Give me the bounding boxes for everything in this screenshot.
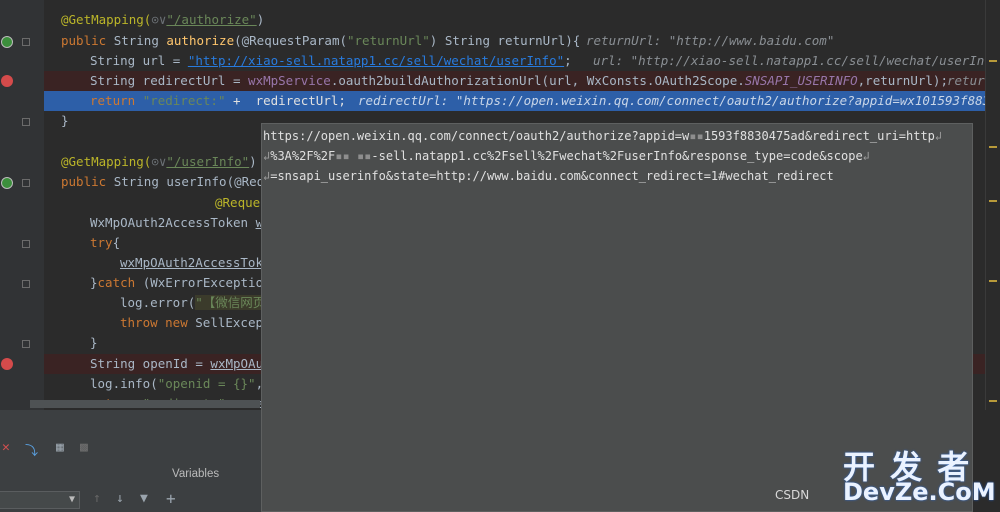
params-rest: ) String returnUrl){ <box>429 33 581 48</box>
brace: { <box>112 235 121 250</box>
annotation-close: ) <box>249 154 257 169</box>
keyword: catch <box>97 275 136 290</box>
keyword: throw new <box>120 315 196 330</box>
keyword: public <box>61 174 114 189</box>
add-icon[interactable]: + <box>166 489 176 508</box>
table-icon[interactable]: ▦ <box>56 440 64 455</box>
statement: log.error( <box>120 295 196 310</box>
redacted-text: ▪▪ ▪▪ <box>335 149 372 163</box>
soft-wrap-icon: ↲ <box>934 129 943 143</box>
param-string: "returnUrl" <box>347 33 430 48</box>
stripe-marker[interactable] <box>989 280 997 282</box>
current-execution-line: return "redirect:" + redirectUrl; redirec… <box>44 91 1000 111</box>
arrow-up-icon[interactable]: ↑ <box>93 491 101 506</box>
declaration: WxMpOAuth2AccessToken <box>90 215 256 230</box>
inline-value-hint: url: "http://xiao-sell.natapp1.cc/sell/w… <box>593 53 1000 68</box>
tooltip-line-3: ↲=snsapi_userinfo&state=http://www.baidu… <box>263 166 834 186</box>
annotation-text: @Reque <box>215 195 261 210</box>
string: "redirect:" <box>142 93 226 108</box>
declaration: String url = <box>90 53 188 68</box>
url-string[interactable]: "http://xiao-sell.natapp1.cc/sell/wechat… <box>188 53 564 68</box>
breakpoint-line: String redirectUrl = wxMpService.oauth2b… <box>44 71 1000 91</box>
brace: } <box>90 275 98 290</box>
fold-icon[interactable] <box>22 38 30 46</box>
arrow-down-icon[interactable]: ↓ <box>116 491 124 506</box>
error-stripe[interactable] <box>985 0 1000 410</box>
chevron-down-icon: ▼ <box>68 494 75 505</box>
string: "openid = {}" <box>157 376 256 391</box>
soft-wrap-icon: ↲ <box>862 149 870 163</box>
redacted-text: ▪▪ <box>689 129 704 143</box>
closing-brace: } <box>90 335 98 350</box>
params: (@RequestParam( <box>234 33 347 48</box>
keyword: public <box>61 33 114 48</box>
fold-icon[interactable] <box>22 240 30 248</box>
frames-dropdown[interactable]: ▼ <box>0 491 80 509</box>
fold-icon[interactable] <box>22 179 30 187</box>
exception: SellExcept <box>195 315 271 330</box>
annotation-text: @GetMapping( <box>61 12 152 27</box>
close-red-icon[interactable]: ✕ <box>2 440 10 455</box>
url-part: =snsapi_userinfo&state=http://www.baidu.… <box>270 169 834 183</box>
code-line: String url = "http://xiao-sell.natapp1.c… <box>44 51 1000 71</box>
string: "【微信网页 <box>195 295 266 310</box>
semicolon: ; <box>564 53 572 68</box>
annotation-close: ) <box>256 12 265 27</box>
stripe-marker[interactable] <box>989 400 997 402</box>
fold-icon[interactable] <box>22 280 30 288</box>
lambda-marker: ⊙∨ <box>151 12 167 27</box>
editor-gutter <box>0 0 44 410</box>
closing-brace: } <box>61 113 69 128</box>
statement: wxMpOAuth2AccessToke <box>120 255 271 270</box>
inline-value-hint: redirectUrl: "https://open.weixin.qq.com… <box>358 93 1000 108</box>
stripe-marker[interactable] <box>989 200 997 202</box>
mapping-path: "/authorize" <box>166 12 257 27</box>
method-call: .oauth2buildAuthorizationUrl(url, WxCons… <box>330 73 745 88</box>
endpoint-icon[interactable] <box>1 177 13 189</box>
stripe-marker[interactable] <box>989 146 997 148</box>
endpoint-icon[interactable] <box>1 36 13 48</box>
declaration: String openId = <box>90 356 211 371</box>
mapping-path: "/userInfo" <box>166 154 250 169</box>
call-rest: ,returnUrl); <box>857 73 948 88</box>
tooltip-line-2: ↲ %3A%2F%2F▪▪ ▪▪-sell.natapp1.cc%2Fsell%2… <box>263 146 870 166</box>
fold-icon[interactable] <box>22 340 30 348</box>
watermark-csdn: CSDN <box>775 488 810 502</box>
constant: SNSAPI_USERINFO <box>744 73 858 88</box>
code-line: @GetMapping(⊙∨"/authorize") <box>44 10 986 30</box>
annotation-text: @GetMapping( <box>61 154 152 169</box>
url-part: 1593f8830475ad&redirect_uri=http <box>703 129 935 143</box>
signature: String userInfo(@Requ <box>113 174 272 189</box>
statement: log.info( <box>90 376 158 391</box>
fold-icon[interactable] <box>22 118 30 126</box>
keyword: try <box>90 235 113 250</box>
tooltip-line-1: https://open.weixin.qq.com/connect/oauth… <box>263 126 942 146</box>
declaration: String redirectUrl = <box>90 73 249 88</box>
grid-icon[interactable]: ▩ <box>80 440 88 455</box>
type: String <box>113 33 167 48</box>
breakpoint-icon[interactable] <box>1 358 13 370</box>
stripe-marker[interactable] <box>989 60 997 62</box>
keyword: return <box>90 93 143 108</box>
url-part: -sell.natapp1.cc%2Fsell%2Fwechat%2FuserI… <box>371 149 863 163</box>
step-icon[interactable]: ⤵ <box>25 440 38 459</box>
breakpoint-icon[interactable] <box>1 75 13 87</box>
watermark-logo-en: DevZe.CoM <box>843 478 996 506</box>
code-line: public String authorize(@RequestParam("r… <box>44 31 986 51</box>
variables-tab[interactable]: Variables <box>172 468 219 480</box>
catch-clause: (WxErrorException <box>135 275 271 290</box>
url-part: %3A%2F%2F <box>270 149 336 163</box>
url-part: https://open.weixin.qq.com/connect/oauth… <box>263 129 690 143</box>
lambda-marker: ⊙∨ <box>151 154 167 169</box>
filter-icon[interactable]: ▼ <box>140 491 148 506</box>
horizontal-scrollbar[interactable] <box>30 400 260 408</box>
expression: + redirectUrl; <box>225 93 346 108</box>
method-name: authorize <box>166 33 235 48</box>
field-name: wxMpService <box>248 73 331 88</box>
inline-value-hint: returnUrl: "http://www.baidu.com" <box>586 33 835 48</box>
